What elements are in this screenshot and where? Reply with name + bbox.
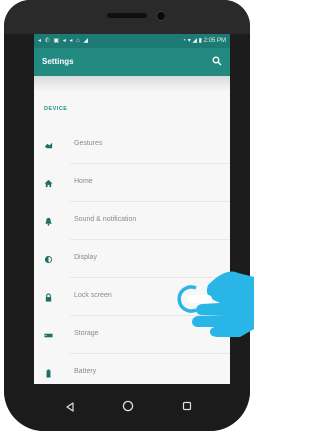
bell-icon [45, 217, 52, 226]
brightness-icon [44, 255, 53, 264]
settings-item-label: Gestures [74, 140, 103, 147]
settings-item-home[interactable]: Home [34, 164, 230, 202]
settings-item-sound[interactable]: Sound & notification [34, 202, 230, 240]
status-right-info: ◔ ▾ ◢ ▮ 2:05 PM [182, 38, 226, 44]
page-title: Settings [42, 57, 74, 66]
storage-icon [44, 333, 53, 338]
settings-item-label: Storage [74, 330, 99, 337]
home-circle-icon[interactable] [122, 400, 134, 412]
phone-frame: ◂ ✆ ▣ ◂ ◂ ⌂ ◢ ◔ ▾ ◢ ▮ 2:05 PM Settings D… [4, 0, 250, 431]
settings-item-label: Display [74, 254, 97, 261]
settings-item-label: Sound & notification [74, 216, 137, 223]
recent-apps-icon[interactable] [182, 401, 192, 411]
app-bar: Settings [34, 48, 230, 76]
phone-top-bezel [4, 0, 250, 34]
settings-item-label: Home [74, 178, 93, 185]
search-icon[interactable] [212, 56, 222, 66]
front-camera [156, 11, 166, 21]
settings-item-label: Battery [74, 368, 97, 375]
lock-icon [45, 293, 52, 302]
navigation-bar [4, 384, 250, 431]
back-icon[interactable] [65, 402, 75, 412]
settings-item-battery[interactable]: Battery [34, 354, 230, 384]
status-left-icons: ◂ ✆ ▣ ◂ ◂ ⌂ ◢ [38, 38, 89, 44]
pointing-hand-icon [177, 271, 254, 337]
app-bar-shadow [34, 76, 230, 92]
battery-icon [46, 369, 51, 378]
section-header: DEVICE [44, 106, 68, 112]
settings-item-label: Lock screen [74, 292, 112, 299]
speaker-grille [107, 13, 147, 18]
home-icon [44, 179, 53, 188]
gesture-icon [44, 142, 53, 149]
status-bar: ◂ ✆ ▣ ◂ ◂ ⌂ ◢ ◔ ▾ ◢ ▮ 2:05 PM [34, 34, 230, 48]
settings-item-gestures[interactable]: Gestures [34, 126, 230, 164]
